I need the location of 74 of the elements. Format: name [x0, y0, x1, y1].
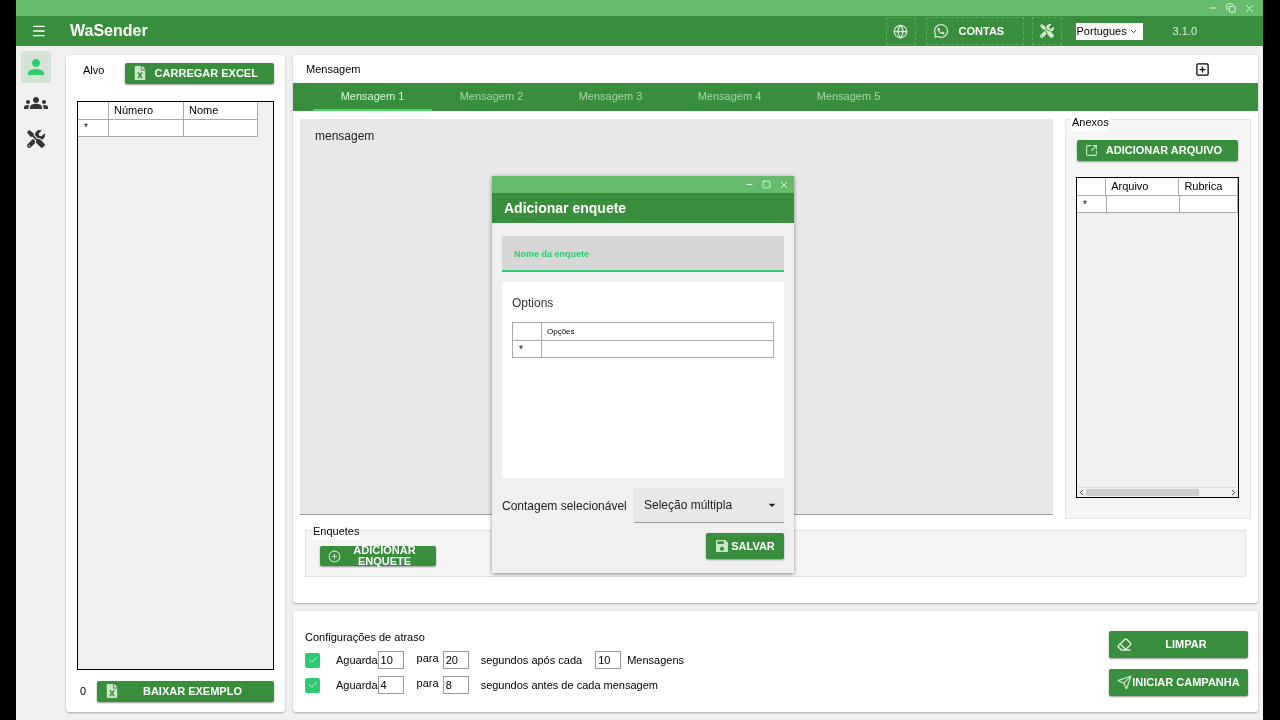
spreadsheet-icon: [104, 684, 119, 698]
app-title: WaSender: [70, 21, 148, 41]
row-header: *: [513, 341, 542, 358]
message-tab[interactable]: Mensagem 1: [313, 83, 432, 111]
unit-label: Mensagens: [627, 652, 685, 668]
chevron-left-icon: [1077, 488, 1086, 497]
external-link-icon: [1085, 144, 1098, 157]
max-seconds-field[interactable]: 20: [442, 651, 469, 669]
column-header: Arquivo: [1106, 178, 1180, 196]
spreadsheet-icon: [132, 66, 147, 81]
start-campaign-button[interactable]: INICIAR CAMPANHA: [1109, 669, 1248, 696]
checkbox[interactable]: [305, 652, 320, 668]
version-label: 3.1.0: [1172, 23, 1197, 39]
message-count-field[interactable]: 10: [595, 651, 622, 669]
globe-button[interactable]: [885, 17, 916, 45]
column-header: Número: [109, 101, 184, 120]
eraser-icon: [1117, 637, 1132, 652]
message-tab[interactable]: Mensagem 3: [551, 83, 670, 111]
close-icon: [1244, 2, 1255, 14]
accounts-button[interactable]: CONTAS: [925, 17, 1024, 45]
globe-icon: [893, 23, 909, 39]
count-select[interactable]: Seleção múltipla: [634, 488, 784, 523]
message-title: Mensagem: [306, 61, 361, 77]
grid-header-cell: [1077, 178, 1107, 196]
count-label: Contagem selecionável: [502, 497, 628, 515]
delay-title: Configurações de atraso: [305, 630, 426, 645]
close-icon: [779, 179, 789, 190]
wait-label: Aguarda: [336, 652, 378, 668]
chevron-right-icon: [1229, 488, 1238, 497]
chat-bubble-icon: [932, 23, 949, 39]
delay-description: segundos após cada: [480, 652, 583, 668]
wait-label: Aguarda: [336, 677, 378, 693]
tools-icon: [27, 130, 45, 148]
message-tab[interactable]: Mensagem 2: [432, 83, 551, 111]
to-label: para: [416, 675, 439, 691]
min-seconds-field[interactable]: 10: [377, 651, 404, 669]
options-title: Options: [512, 295, 555, 312]
dialog-title: Adicionar enquete: [504, 198, 627, 218]
add-file-button[interactable]: ADICIONAR ARQUIVO: [1077, 140, 1238, 161]
min-seconds-field[interactable]: 4: [377, 676, 404, 694]
restore-icon: [1226, 3, 1236, 13]
settings-button[interactable]: [1031, 17, 1062, 45]
table-cell[interactable]: [1179, 196, 1238, 213]
field-label: Nome da enquete: [514, 249, 589, 259]
maximize-icon: [762, 180, 771, 189]
table-cell[interactable]: [1106, 196, 1180, 213]
add-poll-button[interactable]: ADICIONAR ENQUETE: [320, 546, 436, 566]
tools-icon: [1039, 24, 1054, 38]
column-header: Rubrica: [1179, 178, 1238, 196]
message-tab[interactable]: Mensagem 4: [670, 83, 789, 111]
menu-icon: [31, 23, 47, 39]
clear-button[interactable]: LIMPAR: [1109, 631, 1248, 658]
max-seconds-field[interactable]: 8: [442, 676, 469, 694]
plus-circle-icon: [328, 549, 341, 563]
save-button[interactable]: SALVAR: [706, 533, 784, 559]
row-header: *: [1077, 196, 1107, 213]
column-header: Opções: [542, 323, 774, 341]
target-title: Alvo: [82, 63, 106, 78]
send-icon: [1117, 675, 1132, 690]
contact-count: 0: [79, 683, 88, 699]
grid-header-cell: [78, 101, 109, 120]
download-example-button[interactable]: BAIXAR EXEMPLO: [96, 680, 274, 702]
delay-description: segundos antes de cada mensagem: [480, 677, 658, 693]
to-label: para: [416, 650, 439, 666]
table-cell[interactable]: [542, 341, 774, 358]
add-icon: [1195, 61, 1210, 77]
check-icon: [307, 680, 318, 690]
load-excel-button[interactable]: CARREGAR EXCEL: [124, 62, 274, 84]
check-icon: [307, 655, 318, 665]
message-tab[interactable]: Mensagem 5: [789, 83, 908, 111]
column-header: Nome: [184, 101, 258, 120]
checkbox[interactable]: [305, 677, 320, 693]
language-select[interactable]: Portugues: [1075, 22, 1143, 40]
horizontal-scrollbar[interactable]: [1077, 487, 1238, 497]
